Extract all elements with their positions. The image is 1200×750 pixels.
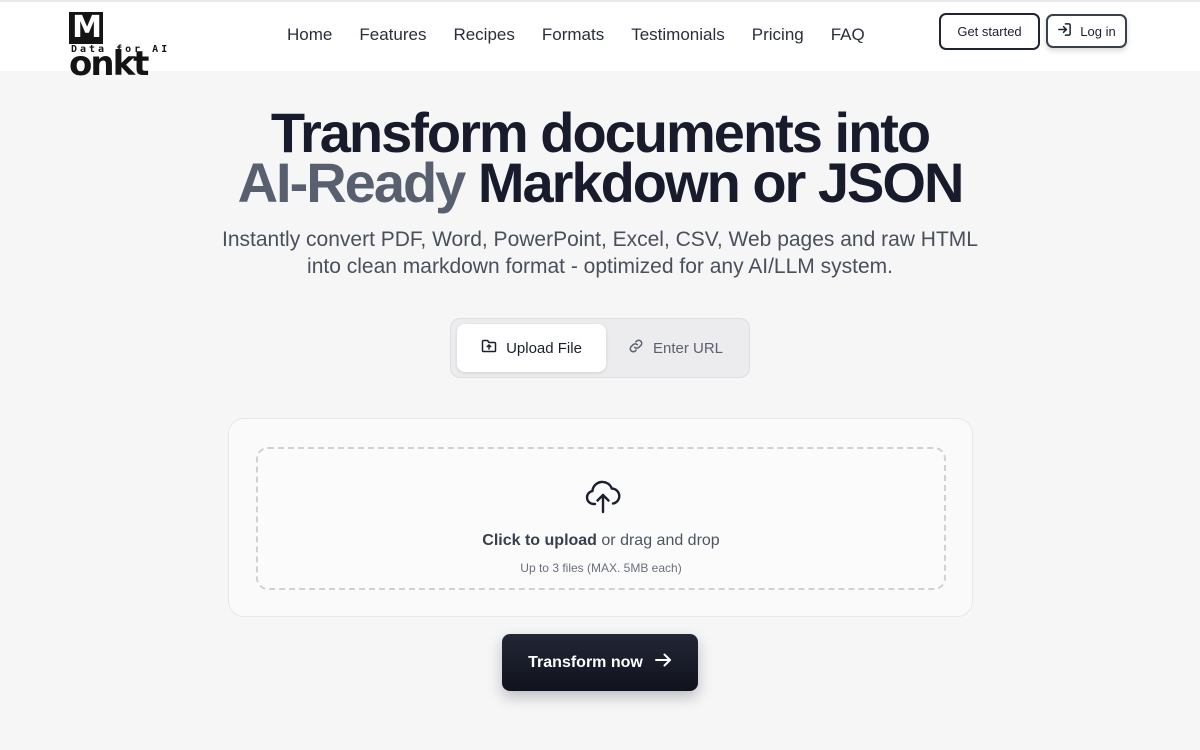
nav-home[interactable]: Home <box>287 22 332 48</box>
dropzone-instruction: Click to upload or drag and drop <box>258 532 944 550</box>
nav-testimonials[interactable]: Testimonials <box>631 22 725 48</box>
hero-title-line2: Markdown or JSON <box>464 151 965 214</box>
upload-card: Click to upload or drag and drop Up to 3… <box>228 418 973 617</box>
tab-enter-url[interactable]: Enter URL <box>606 324 745 372</box>
nav-pricing[interactable]: Pricing <box>752 22 804 48</box>
transform-now-button[interactable]: Transform now <box>502 634 698 691</box>
hero-title-accent: AI-Ready <box>237 151 467 214</box>
login-button[interactable]: Log in <box>1046 14 1127 48</box>
login-icon <box>1057 22 1072 40</box>
main-nav: Home Features Recipes Formats Testimonia… <box>287 22 892 48</box>
site-header: Monkt Data for AI Home Features Recipes … <box>0 0 1200 82</box>
logo-m-mark: M <box>69 12 103 44</box>
monkt-logo[interactable]: Monkt Data for AI <box>69 12 181 82</box>
nav-faq[interactable]: FAQ <box>831 22 865 48</box>
arrow-right-icon <box>654 651 672 674</box>
source-toggle: Upload File Enter URL <box>450 318 750 378</box>
hero-subtitle-line1: Instantly convert PDF, Word, PowerPoint,… <box>222 228 978 251</box>
cloud-upload-icon <box>585 476 621 516</box>
link-icon <box>628 338 644 358</box>
click-to-upload-text[interactable]: Click to upload <box>482 532 597 549</box>
dropzone-hint: Up to 3 files (MAX. 5MB each) <box>520 561 682 575</box>
logo-tagline: Data for AI <box>71 44 171 55</box>
tab-upload-file[interactable]: Upload File <box>457 324 606 372</box>
transform-now-label: Transform now <box>528 653 643 671</box>
hero-subtitle: Instantly convert PDF, Word, PowerPoint,… <box>0 226 1200 280</box>
get-started-button[interactable]: Get started <box>939 13 1040 50</box>
drag-drop-text: or drag and drop <box>596 532 720 549</box>
file-dropzone[interactable]: Click to upload or drag and drop Up to 3… <box>256 447 946 590</box>
get-started-label: Get started <box>957 24 1022 39</box>
nav-features[interactable]: Features <box>359 22 426 48</box>
login-label: Log in <box>1080 23 1116 39</box>
nav-recipes[interactable]: Recipes <box>453 22 514 48</box>
tab-url-label: Enter URL <box>652 339 724 357</box>
hero-subtitle-line2: into clean markdown format - optimized f… <box>307 255 893 278</box>
folder-upload-icon <box>481 338 497 358</box>
nav-formats[interactable]: Formats <box>542 22 604 48</box>
tab-upload-label: Upload File <box>506 339 582 357</box>
hero-title: Transform documents into AI-Ready Markdo… <box>0 105 1200 211</box>
